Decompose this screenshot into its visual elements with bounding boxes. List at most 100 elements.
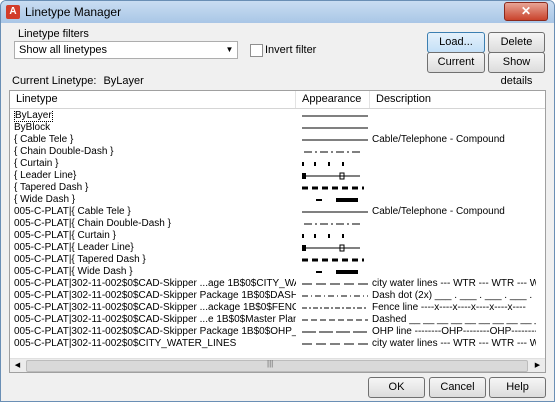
list-item[interactable]: ByLayer [10,110,545,122]
list-item[interactable]: 005-C-PLAT|{ Curtain } [10,230,545,242]
list-item[interactable]: 005-C-PLAT|302-11-002$0$CAD-Skipper ...a… [10,278,545,290]
linetype-list[interactable]: Linetype Appearance Description ByLayer B… [9,90,546,373]
current-linetype-value: ByLayer [103,75,144,87]
linetype-appearance [300,134,370,146]
help-button[interactable]: Help [489,377,546,398]
linetype-name-text: ByBlock [14,122,51,133]
list-item[interactable]: { Cable Tele } Cable/Telephone - Compound [10,134,545,146]
list-item[interactable]: ByBlock [10,122,545,134]
linetype-appearance [300,170,370,182]
fence-linetype-sample [302,307,368,309]
list-item[interactable]: 005-C-PLAT|{ Chain Double-Dash } [10,218,545,230]
linetype-name: { Curtain } [14,158,296,170]
linetype-appearance [300,158,370,170]
linetype-filter-value: Show all linetypes [19,44,108,56]
linetype-name-text: 005-C-PLAT|302-11-002$0$CAD-Skipper ...e… [14,314,296,325]
linetype-name-text: 005-C-PLAT|302-11-002$0$CAD-Skipper ...a… [14,302,296,313]
show-details-button[interactable]: Show details [488,52,545,87]
linetype-appearance [300,122,370,134]
current-linetype-label: Current Linetype: ByLayer [12,75,144,87]
list-item[interactable]: 005-C-PLAT|302-11-002$0$CITY_WATER_LINES… [10,338,545,350]
linetype-description: OHP line --------OHP--------OHP-------- [372,326,536,337]
delete-button[interactable]: Delete [488,32,545,53]
solid-linetype-sample [302,211,368,213]
close-button[interactable]: ✕ [504,2,548,21]
list-item[interactable]: { Curtain } [10,158,545,170]
water-linetype-sample [302,343,368,345]
ohp-linetype-sample [302,331,368,333]
list-item[interactable]: { Chain Double-Dash } [10,146,545,158]
linetype-name: { Tapered Dash } [14,182,296,194]
linetype-name-text: 005-C-PLAT|{ Chain Double-Dash } [14,218,171,229]
list-item[interactable]: { Tapered Dash } [10,182,545,194]
linetype-name: 005-C-PLAT|302-11-002$0$CAD-Skipper ...e… [14,314,296,326]
invert-filter-checkbox[interactable] [250,44,263,57]
linetype-description: Cable/Telephone - Compound [372,134,505,145]
scroll-grip-icon: ||| [267,359,274,368]
linetype-appearance [300,278,370,290]
list-item[interactable]: 005-C-PLAT|{ Tapered Dash } [10,254,545,266]
linetype-name-text: { Wide Dash } [14,194,76,205]
linetype-name-text: { Cable Tele } [14,134,74,145]
curtain-linetype-sample [302,234,344,238]
linetype-appearance [300,218,370,230]
linetype-appearance [300,230,370,242]
ok-button[interactable]: OK [368,377,425,398]
linetype-filter-select[interactable]: Show all linetypes ▼ [14,41,238,59]
scroll-left-icon[interactable]: ◀ [10,359,25,372]
load-button[interactable]: Load... [427,32,485,53]
linetype-description: Cable/Telephone - Compound [372,206,505,217]
linetype-name: ByLayer [14,110,296,122]
list-item[interactable]: 005-C-PLAT|{ Wide Dash } [10,266,545,278]
solid-linetype-sample [302,139,368,141]
scrollbar-thumb[interactable]: ||| [26,359,528,372]
column-header-linetype[interactable]: Linetype [10,91,296,108]
curtain-linetype-sample [302,162,344,166]
list-item[interactable]: { Leader Line} [10,170,545,182]
linetype-name: 005-C-PLAT|302-11-002$0$CAD-Skipper ...a… [14,278,296,290]
linetype-name: 005-C-PLAT|{ Tapered Dash } [14,254,296,266]
linetype-name-text: { Chain Double-Dash } [14,146,114,157]
linetype-name: 005-C-PLAT|302-11-002$0$CAD-Skipper Pack… [14,326,296,338]
solid-linetype-sample [302,115,368,117]
invert-filter-label[interactable]: Invert filter [265,44,316,56]
current-button[interactable]: Current [427,52,485,73]
linetype-appearance [300,182,370,194]
linetype-name: 005-C-PLAT|{ Curtain } [14,230,296,242]
scroll-right-icon[interactable]: ▶ [530,359,545,372]
list-item[interactable]: 005-C-PLAT|302-11-002$0$CAD-Skipper Pack… [10,290,545,302]
column-header-appearance[interactable]: Appearance [296,91,370,108]
linetype-name-text: 005-C-PLAT|{ Leader Line} [14,242,134,253]
list-item[interactable]: 005-C-PLAT|302-11-002$0$CAD-Skipper Pack… [10,326,545,338]
linetype-name-text: 005-C-PLAT|302-11-002$0$CAD-Skipper Pack… [14,290,296,301]
linetype-name: { Cable Tele } [14,134,296,146]
linetype-name-text: 005-C-PLAT|302-11-002$0$CITY_WATER_LINES [14,338,237,349]
linetype-name: 005-C-PLAT|{ Chain Double-Dash } [14,218,296,230]
linetype-appearance [300,338,370,350]
linetype-name-text: { Curtain } [14,158,59,169]
list-item[interactable]: 005-C-PLAT|302-11-002$0$CAD-Skipper ...a… [10,302,545,314]
list-item[interactable]: 005-C-PLAT|302-11-002$0$CAD-Skipper ...e… [10,314,545,326]
chevron-down-icon[interactable]: ▼ [222,42,237,58]
autocad-app-icon[interactable]: A [6,5,20,19]
linetype-appearance [300,146,370,158]
horizontal-scrollbar[interactable]: ◀ ||| ▶ [10,358,545,372]
leader-linetype-sample [302,172,360,180]
list-item[interactable]: { Wide Dash } [10,194,545,206]
tapered-linetype-sample [302,258,364,262]
linetype-appearance [300,326,370,338]
cancel-button[interactable]: Cancel [429,377,486,398]
linetype-appearance [300,110,370,122]
list-item[interactable]: 005-C-PLAT|{ Cable Tele } Cable/Telephone… [10,206,545,218]
linetype-name: { Chain Double-Dash } [14,146,296,158]
linetype-description: Dash dot (2x) ___ . ___ . ___ . ___ . [372,290,533,301]
title-bar[interactable]: A Linetype Manager ✕ [1,1,554,23]
linetype-appearance [300,266,370,278]
dashdot-linetype-sample [302,295,368,297]
list-item[interactable]: 005-C-PLAT|{ Leader Line} [10,242,545,254]
column-header-description[interactable]: Description [370,91,545,108]
linetype-name: ByBlock [14,122,296,134]
linetype-appearance [300,254,370,266]
tapered-linetype-sample [302,186,364,190]
linetype-name: 005-C-PLAT|{ Leader Line} [14,242,296,254]
